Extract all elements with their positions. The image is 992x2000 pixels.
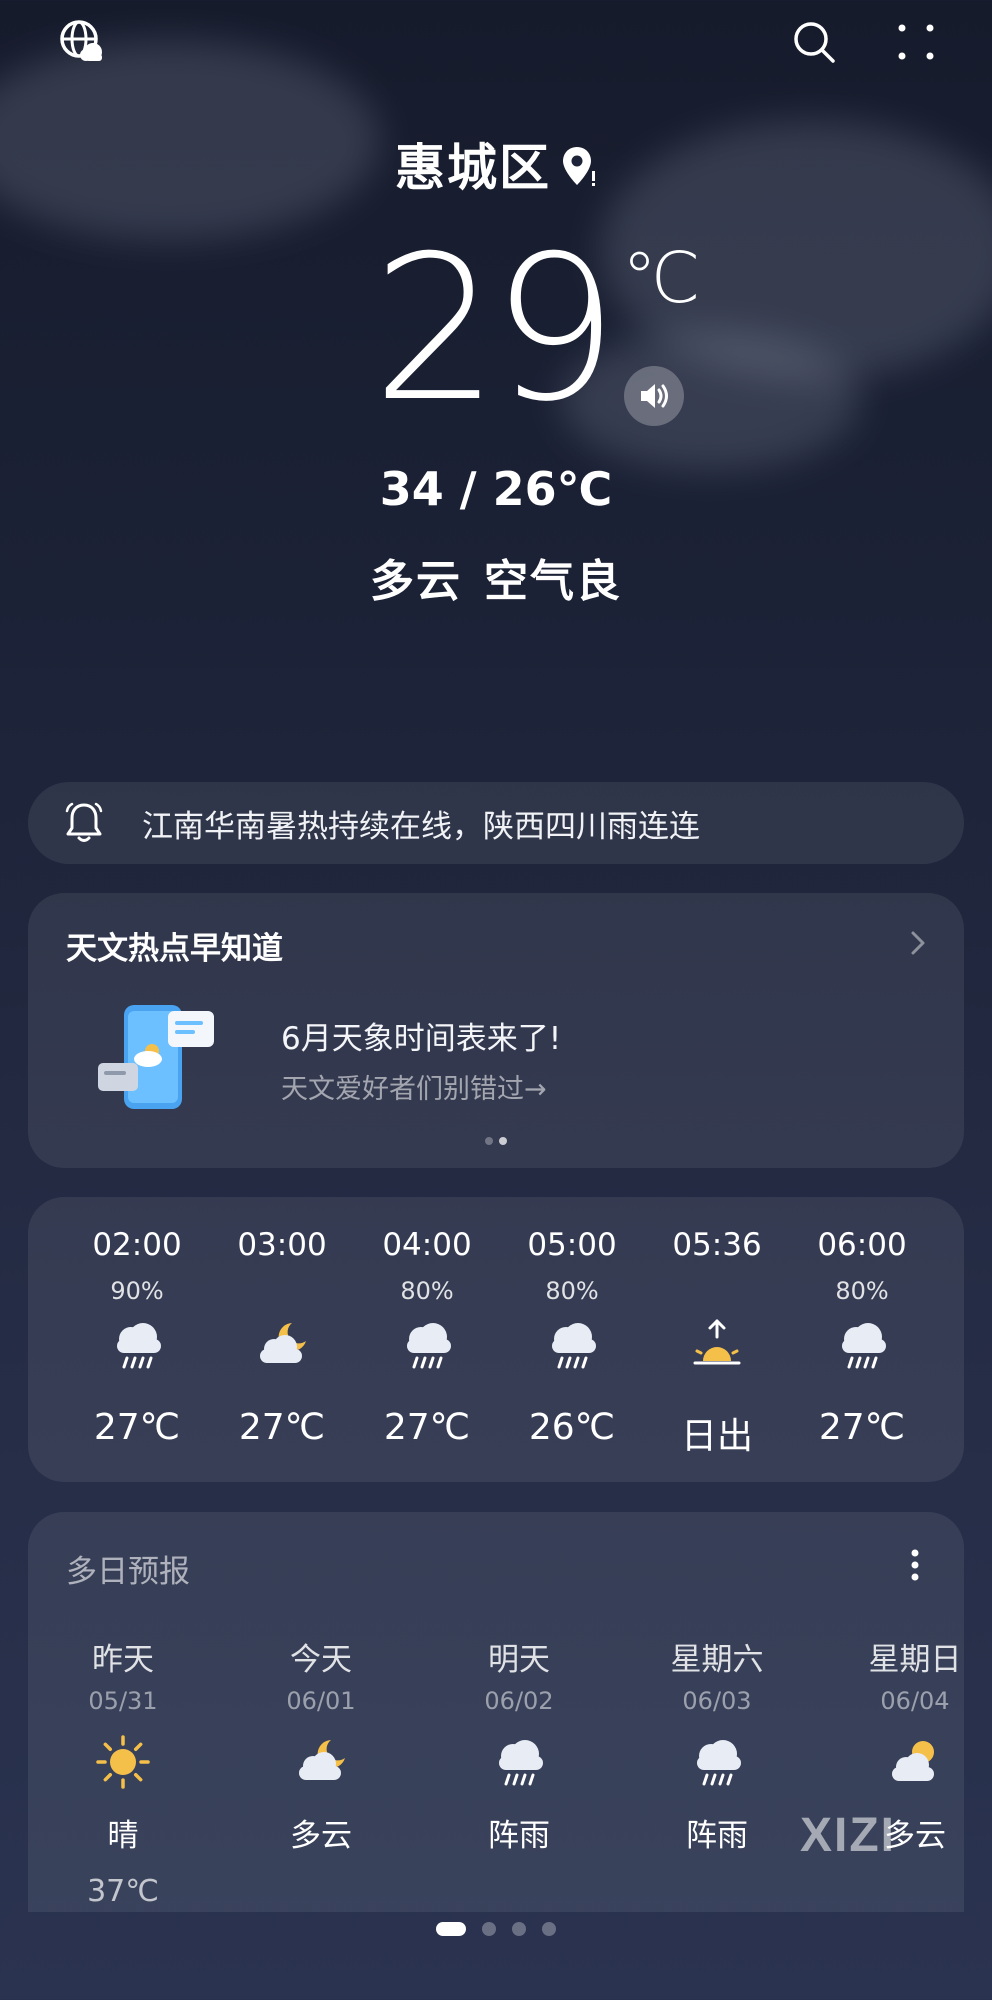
location-header[interactable]: 惠城区 [0,128,992,201]
pager-dot [485,1137,493,1145]
current-temperature: 29 ℃ [0,220,992,440]
day-name: 今天 [290,1642,352,1678]
hour-time: 02:00 [92,1227,182,1263]
daily-item[interactable]: 星期六 06/03 阵雨 [622,1512,812,1912]
moon-cloud-icon [293,1734,349,1790]
location-name: 惠城区 [395,139,551,197]
high-low-temperature: 34 / 26℃ [379,462,613,516]
top-bar [0,0,992,90]
air-quality: 空气良 [484,556,622,607]
day-condition: 阵雨 [686,1818,748,1854]
rain-cloud-icon [491,1734,547,1790]
hour-time: 05:36 [672,1227,762,1263]
card-headline: 6月天象时间表来了! [281,1021,562,1057]
manage-cities-button[interactable] [50,10,114,74]
chevron-right-icon[interactable] [908,929,928,961]
rain-cloud-icon [544,1317,600,1373]
precipitation-chance: 80% [400,1277,454,1305]
hour-temperature: 26℃ [528,1407,616,1448]
hour-time: 03:00 [237,1227,327,1263]
hourly-item: 05:00 80% 26℃ [499,1197,645,1482]
hourly-item: 05:36 日出 [644,1197,790,1482]
hourly-item: 03:00 27℃ [209,1197,355,1482]
sun-icon [95,1734,151,1790]
page-dot[interactable] [542,1922,556,1936]
speaker-icon [641,384,668,408]
hourly-item: 02:00 90% 27℃ [64,1197,210,1482]
day-name: 昨天 [92,1642,154,1678]
search-icon [794,22,835,63]
more-menu-button[interactable] [884,10,948,74]
page-dot[interactable] [512,1922,526,1936]
precipitation-chance: 80% [835,1277,889,1305]
hour-temperature: 27℃ [238,1407,326,1448]
rain-cloud-icon [689,1734,745,1790]
four-dots-icon [898,24,934,60]
precipitation-chance: 90% [110,1277,164,1305]
daily-item[interactable]: 今天 06/01 多云 [226,1512,416,1912]
search-button[interactable] [782,10,846,74]
phone-chat-illustration-icon [96,1003,226,1113]
globe-cloud-icon [60,20,102,61]
hour-temperature: 日出 [680,1416,753,1457]
card-pager [28,1137,964,1145]
sunrise-icon [689,1317,745,1373]
hourly-item: 07:00 27℃ [934,1197,964,1482]
day-date: 05/31 [88,1687,158,1715]
hour-time: 07:00 [934,1227,964,1263]
weather-news-banner[interactable]: 江南华南暑热持续在线，陕西四川雨连连 [28,782,964,864]
day-condition: 晴 [107,1818,139,1854]
day-date: 06/01 [286,1687,356,1715]
hour-time: 04:00 [382,1227,472,1263]
hour-temperature: 27℃ [383,1407,471,1448]
rain-cloud-icon [834,1317,890,1373]
bell-icon [65,802,103,842]
day-name: 星期六 [670,1642,764,1678]
day-temperature: 37℃ [87,1874,159,1909]
day-name: 明天 [488,1642,550,1678]
day-condition: 多云 [290,1818,352,1854]
astronomy-card[interactable]: 天文热点早知道 6月天象时间表来了! 天文爱好者们别错过→ [28,893,964,1168]
hourly-item: 06:00 80% 27℃ [789,1197,935,1482]
day-date: 06/04 [880,1687,950,1715]
day-date: 06/03 [682,1687,752,1715]
hour-time: 06:00 [817,1227,907,1263]
moon-cloud-icon [254,1317,310,1373]
day-condition: 阵雨 [488,1818,550,1854]
card-subtitle: 天文爱好者们别错过→ [281,1074,547,1105]
hourly-forecast[interactable]: 02:00 90% 27℃ 03:00 27℃ 04:00 80% 27℃ 05:00 80% 26… [28,1197,964,1482]
precipitation-chance: 80% [545,1277,599,1305]
pager-dot-active [499,1137,507,1145]
card-title: 天文热点早知道 [66,931,283,967]
temperature-value: 29 [372,213,618,446]
voice-broadcast-button[interactable] [624,366,684,426]
condition-line[interactable]: 多云 空气良 [0,545,992,609]
daily-item[interactable]: 明天 06/02 阵雨 [424,1512,614,1912]
day-name: 星期日 [868,1642,962,1678]
page-dot[interactable] [482,1922,496,1936]
hour-temperature: 27℃ [934,1407,965,1448]
rain-cloud-icon [399,1317,455,1373]
hour-temperature: 27℃ [93,1407,181,1448]
page-dot-active[interactable] [436,1922,466,1936]
page-indicator[interactable] [0,1922,992,1936]
hourly-item: 04:00 80% 27℃ [354,1197,500,1482]
hour-temperature: 27℃ [818,1407,906,1448]
day-date: 06/02 [484,1687,554,1715]
sun-cloud-icon [887,1734,943,1790]
rain-cloud-icon [109,1317,165,1373]
hour-time: 05:00 [527,1227,617,1263]
banner-text: 江南华南暑热持续在线，陕西四川雨连连 [142,808,700,845]
location-pin-icon [561,143,597,201]
weather-condition: 多云 [370,556,462,607]
temperature-unit: ℃ [622,237,701,319]
daily-item[interactable]: 昨天 05/31 晴 37℃ [28,1512,218,1912]
watermark: XIZI [800,1809,897,1862]
